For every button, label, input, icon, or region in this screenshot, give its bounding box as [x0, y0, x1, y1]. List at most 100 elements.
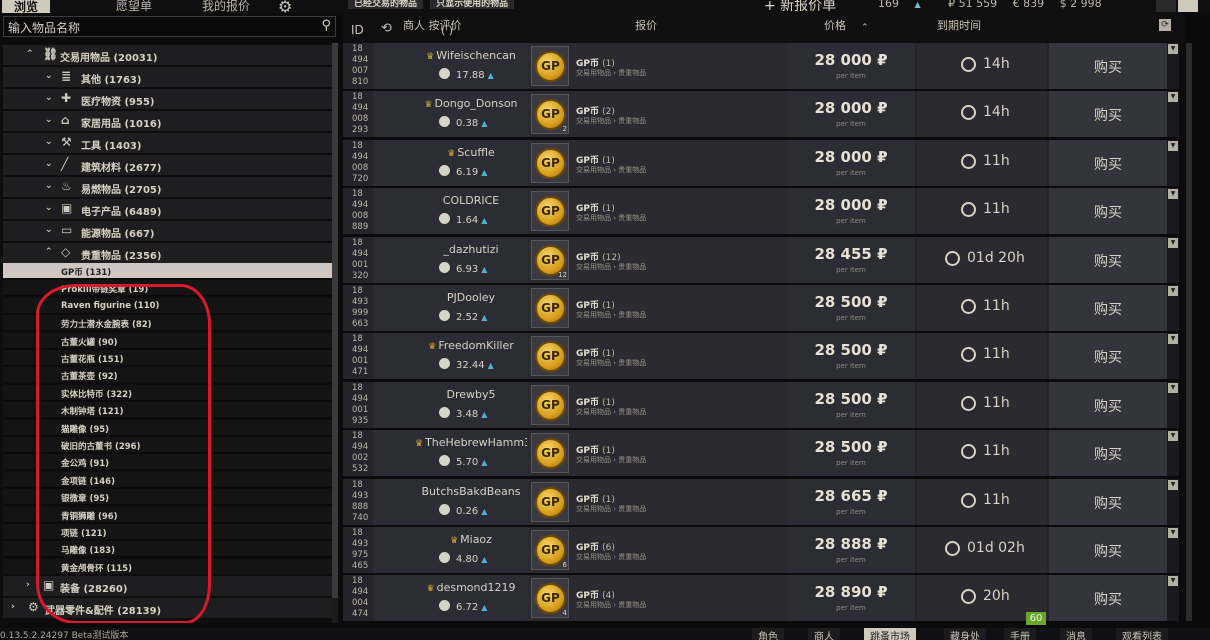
item-icon[interactable]: GP — [531, 142, 569, 183]
seller-name[interactable]: desmond1219 — [437, 581, 516, 594]
list-view-icon[interactable] — [1178, 0, 1198, 12]
chevron-down-icon[interactable]: ▼ — [1168, 92, 1178, 103]
seller-cell[interactable]: ♛ Miaoz 4.80 ▲ — [415, 527, 527, 573]
nav-handbook[interactable]: 手册 — [1004, 628, 1036, 640]
item-icon[interactable]: GP — [531, 336, 569, 377]
seller-cell[interactable]: COLDRICE 1.64 ▲ — [415, 188, 527, 235]
seller-cell[interactable]: Drewby5 3.48 ▲ — [415, 381, 527, 428]
seller-name[interactable]: Drewby5 — [446, 388, 495, 401]
category-gear[interactable]: › ▣ 装备 (28260) — [3, 576, 332, 597]
category-item[interactable]: ⌄ ▭ 能源物品 (667) — [3, 221, 332, 242]
seller-cell[interactable]: ♛ FreedomKiller 32.44 ▲ — [415, 333, 527, 380]
item-icon[interactable]: GP — [531, 288, 569, 328]
filter-traded[interactable]: 已经交易的物品 — [348, 0, 424, 9]
category-item[interactable]: ⌄ ≣ 其他 (1763) — [3, 67, 332, 88]
category-item[interactable]: ⌄ ✚ 医疗物资 (955) — [3, 89, 332, 110]
subcategory-item[interactable]: 劳力士潜水金腕表 (82) — [3, 315, 332, 332]
item-icon[interactable]: GP 2 — [531, 94, 569, 135]
filter-used[interactable]: 只显示使用的物品 — [430, 0, 515, 9]
category-item[interactable]: ⌄ ▣ 电子产品 (6489) — [3, 199, 332, 220]
seller-name[interactable]: FreedomKiller — [438, 339, 513, 352]
seller-name[interactable]: Scuffle — [457, 146, 494, 159]
nav-messages[interactable]: 消息 — [1060, 628, 1092, 640]
offers-scrollbar[interactable] — [1186, 43, 1192, 621]
subcategory-item[interactable]: 古董花瓶 (151) — [3, 350, 332, 366]
category-barter[interactable]: ⌃ ⛓ 交易用物品 (20031) — [3, 45, 332, 66]
seller-cell[interactable]: ButchsBakdBeans 0.26 ▲ — [415, 478, 527, 525]
subcategory-item[interactable]: 金项链 (146) — [3, 471, 332, 488]
chevron-down-icon[interactable]: ▼ — [1168, 528, 1178, 538]
subcategory-item[interactable]: 古董茶壶 (92) — [3, 367, 332, 384]
item-icon[interactable]: GP 6 — [531, 530, 569, 570]
col-id[interactable]: ID — [351, 23, 364, 37]
chevron-down-icon[interactable]: ▼ — [1168, 576, 1178, 587]
seller-cell[interactable]: ♛ Wifeischencan 17.88 ▲ — [415, 43, 527, 89]
category-item[interactable]: ⌄ ♨ 易燃物品 (2705) — [3, 177, 332, 198]
seller-name[interactable]: COLDRICE — [443, 194, 499, 207]
col-price[interactable]: 价格 — [824, 17, 846, 33]
nav-character[interactable]: 角色 — [752, 628, 784, 640]
buy-button[interactable]: 购买 — [1049, 430, 1167, 477]
item-icon[interactable]: GP — [531, 191, 569, 232]
item-cell[interactable]: GP GP币 (1) 交易用物品 › 贵重物品 — [527, 381, 787, 428]
chevron-down-icon[interactable]: ▼ — [1168, 334, 1178, 345]
refresh-icon[interactable]: ⟲ — [381, 21, 392, 36]
chevron-down-icon[interactable]: ▼ — [1168, 382, 1178, 393]
seller-cell[interactable]: PJDooley 2.52 ▲ — [415, 285, 527, 331]
seller-name[interactable]: ButchsBakdBeans — [422, 485, 521, 498]
buy-button[interactable]: 购买 — [1049, 381, 1167, 428]
seller-name[interactable]: PJDooley — [447, 291, 495, 304]
nav-traders[interactable]: 商人 — [808, 628, 840, 640]
auto-refresh-icon[interactable]: ⟳ — [1159, 19, 1171, 31]
item-icon[interactable]: GP 4 — [531, 578, 569, 619]
category-item[interactable]: ⌄ ╱ 建筑材料 (2677) — [3, 155, 332, 176]
item-cell[interactable]: GP 6 GP币 (6) 交易用物品 › 贵重物品 — [527, 527, 787, 573]
item-cell[interactable]: GP GP币 (1) 交易用物品 › 贵重物品 — [527, 430, 787, 477]
item-icon[interactable]: GP — [531, 481, 569, 522]
chevron-down-icon[interactable]: ▼ — [1168, 189, 1178, 200]
subcategory-item[interactable]: 青铜狮雕 (96) — [3, 506, 332, 523]
subcategory-item[interactable]: Prokill带链奖章 (19) — [3, 280, 332, 297]
sidebar-scrollbar[interactable] — [332, 43, 338, 623]
tab-wishlist[interactable]: 愿望单 — [116, 0, 152, 14]
item-cell[interactable]: GP 4 GP币 (4) 交易用物品 › 贵重物品 — [527, 575, 787, 622]
item-cell[interactable]: GP GP币 (1) 交易用物品 › 贵重物品 — [527, 139, 787, 186]
seller-name[interactable]: _dazhutizi — [443, 243, 498, 256]
buy-button[interactable]: 购买 — [1049, 91, 1167, 138]
subcategory-item[interactable]: 木制钟塔 (121) — [3, 402, 332, 419]
item-icon[interactable]: GP 12 — [531, 239, 569, 280]
item-icon[interactable]: GP — [531, 46, 569, 86]
buy-button[interactable]: 购买 — [1049, 236, 1167, 283]
seller-cell[interactable]: _dazhutizi 6.93 ▲ — [415, 236, 527, 283]
tab-browse[interactable]: 浏览 — [2, 0, 51, 14]
search-icon[interactable]: ⚲ — [321, 18, 331, 33]
item-cell[interactable]: GP GP币 (1) 交易用物品 › 贵重物品 — [527, 188, 787, 235]
item-cell[interactable]: GP GP币 (1) 交易用物品 › 贵重物品 — [527, 43, 787, 89]
buy-button[interactable]: 购买 — [1049, 139, 1167, 186]
tab-my-offers[interactable]: 我的报价 — [202, 0, 250, 14]
subcategory-item[interactable]: 古董火罐 (90) — [3, 332, 332, 349]
subcategory-item[interactable]: 项链 (121) — [3, 524, 332, 540]
seller-cell[interactable]: ♛ Scuffle 6.19 ▲ — [415, 139, 527, 186]
nav-hideout[interactable]: 藏身处 — [944, 628, 986, 640]
seller-cell[interactable]: ♛ desmond1219 6.72 ▲ — [415, 575, 527, 622]
col-expires[interactable]: 到期时间 — [937, 17, 981, 33]
nav-flea-market[interactable]: 跳蚤市场 — [864, 628, 916, 640]
category-weapon-parts[interactable]: › ⚙ 武器零件&配件 (28139) — [3, 598, 332, 619]
subcategory-item[interactable]: 马雕像 (183) — [3, 541, 332, 558]
buy-button[interactable]: 购买 — [1049, 333, 1167, 380]
chevron-down-icon[interactable]: ▼ — [1168, 479, 1178, 490]
subcategory-item[interactable]: 金公鸡 (91) — [3, 454, 332, 471]
chevron-down-icon[interactable]: ▼ — [1168, 286, 1178, 296]
seller-name[interactable]: Miaoz — [460, 533, 492, 546]
grid-view-icon[interactable] — [1156, 0, 1176, 12]
gear-icon[interactable]: ⚙ — [278, 0, 292, 16]
buy-button[interactable]: 购买 — [1049, 575, 1167, 622]
col-offer[interactable]: 报价 — [635, 17, 657, 33]
subcategory-item[interactable]: GP币 (131) — [3, 263, 332, 279]
chevron-down-icon[interactable]: ▼ — [1168, 44, 1178, 54]
buy-button[interactable]: 购买 — [1049, 527, 1167, 573]
seller-name[interactable]: Dongo_Donson — [435, 97, 518, 110]
buy-button[interactable]: 购买 — [1049, 188, 1167, 235]
subcategory-item[interactable]: Raven figurine (110) — [3, 297, 332, 314]
